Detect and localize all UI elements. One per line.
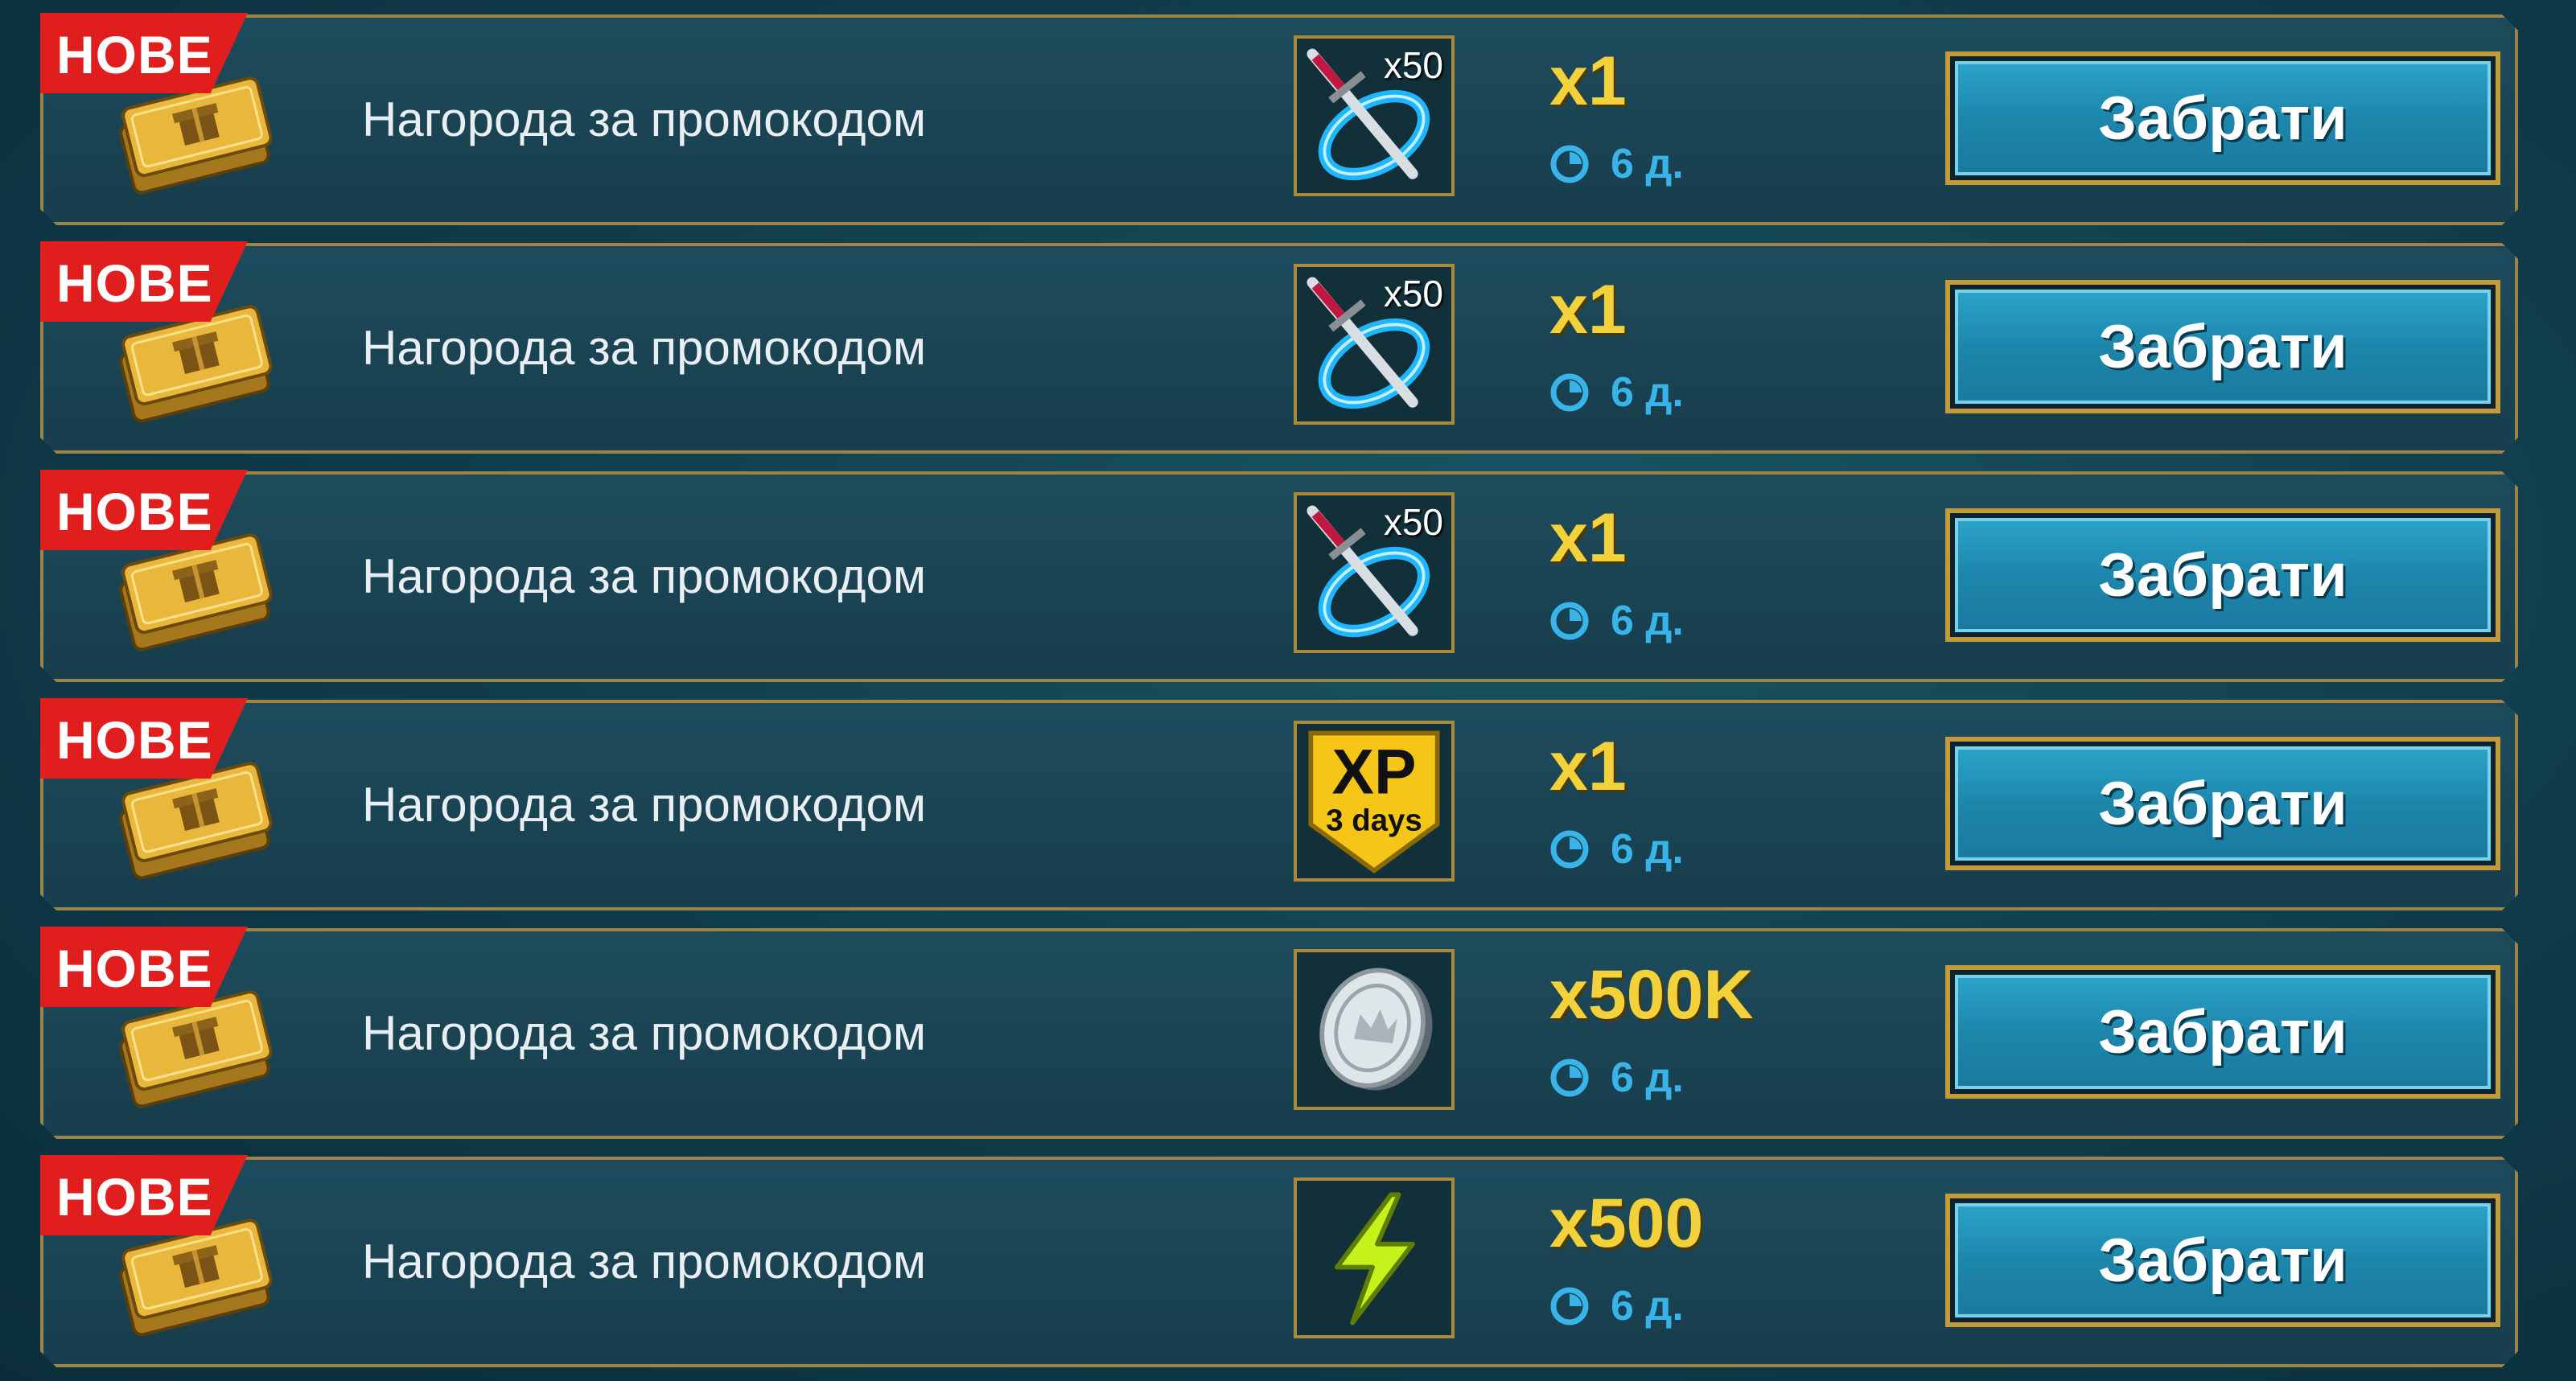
timer-text: 6 д. <box>1611 1054 1684 1101</box>
expiry-timer: 6 д. <box>1549 140 1684 188</box>
new-badge-label: НОВЕ <box>56 482 213 541</box>
expiry-timer: 6 д. <box>1549 825 1684 873</box>
claim-button-label: Забрати <box>2098 540 2348 610</box>
timer-text: 6 д. <box>1611 141 1684 187</box>
claim-button-label: Забрати <box>2098 84 2348 153</box>
xp-boost-icon: XP 3 days <box>1297 724 1451 878</box>
claim-button[interactable]: Забрати <box>1945 508 2500 642</box>
reward-row: НОВЕ Нагорода за промокодом <box>40 470 2518 682</box>
reward-source-label: Нагорода за промокодом <box>362 92 927 146</box>
expiry-timer: 6 д. <box>1549 368 1684 417</box>
claim-button-label: Забрати <box>2098 312 2348 381</box>
reward-quantity: x1 <box>1549 499 1627 577</box>
reward-list: НОВЕ Нагорода за промокодом x50 x1 6 д. … <box>0 0 2576 1381</box>
expiry-timer: 6 д. <box>1549 597 1684 645</box>
new-badge-label: НОВЕ <box>56 253 213 313</box>
timer-text: 6 д. <box>1611 826 1684 873</box>
claim-button[interactable]: Забрати <box>1945 280 2500 413</box>
reward-source-label: Нагорода за промокодом <box>362 778 927 832</box>
claim-button[interactable]: Забрати <box>1945 737 2500 870</box>
reward-quantity: x1 <box>1549 728 1627 805</box>
expiry-timer: 6 д. <box>1549 1282 1684 1330</box>
new-badge-label: НОВЕ <box>56 710 213 770</box>
item-count: x50 <box>1383 273 1443 314</box>
clock-icon <box>1550 1058 1589 1097</box>
reward-quantity: x1 <box>1549 271 1627 348</box>
reward-row: НОВЕ Нагорода за промокодом <box>40 13 2518 225</box>
expiry-timer: 6 д. <box>1549 1054 1684 1102</box>
claim-button-label: Забрати <box>2098 997 2348 1067</box>
reward-row: НОВЕ Нагорода за промокодом <box>40 927 2518 1139</box>
reward-row: НОВЕ Нагорода за промокодом XP 3 days x1… <box>40 698 2518 910</box>
claim-button[interactable]: Забрати <box>1945 51 2500 185</box>
reward-row: НОВЕ Нагорода за промокодом <box>40 241 2518 454</box>
timer-text: 6 д. <box>1611 369 1684 416</box>
claim-button-label: Забрати <box>2098 769 2348 838</box>
clock-icon <box>1550 1287 1589 1326</box>
item-count: x50 <box>1383 501 1443 543</box>
claim-button[interactable]: Забрати <box>1945 1194 2500 1327</box>
reward-source-label: Нагорода за промокодом <box>362 1006 927 1060</box>
reward-quantity: x1 <box>1549 43 1627 120</box>
clock-icon <box>1550 830 1589 869</box>
reward-quantity: x500K <box>1549 956 1754 1034</box>
clock-icon <box>1550 602 1589 640</box>
reward-source-label: Нагорода за промокодом <box>362 1235 927 1289</box>
reward-row: НОВЕ Нагорода за промокодом x500 6 д. За… <box>40 1155 2518 1367</box>
reward-source-label: Нагорода за промокодом <box>362 549 927 603</box>
claim-button[interactable]: Забрати <box>1945 965 2500 1099</box>
reward-item-slot[interactable] <box>1294 949 1455 1110</box>
clock-icon <box>1550 145 1589 183</box>
reward-source-label: Нагорода за промокодом <box>362 321 927 375</box>
reward-item-slot[interactable]: x50 <box>1294 35 1455 196</box>
reward-quantity: x500 <box>1549 1185 1704 1262</box>
silver-coin-icon <box>1297 952 1451 1107</box>
reward-item-slot[interactable]: x50 <box>1294 264 1455 425</box>
timer-text: 6 д. <box>1611 1283 1684 1330</box>
new-badge-label: НОВЕ <box>56 25 213 84</box>
xp-duration-text: 3 days <box>1326 803 1422 837</box>
energy-bolt-icon <box>1297 1181 1451 1335</box>
reward-item-slot[interactable]: XP 3 days <box>1294 721 1455 882</box>
new-badge-label: НОВЕ <box>56 1167 213 1227</box>
item-count: x50 <box>1383 44 1443 86</box>
claim-button-label: Забрати <box>2098 1226 2348 1295</box>
new-badge-label: НОВЕ <box>56 939 213 998</box>
reward-item-slot[interactable]: x50 <box>1294 492 1455 653</box>
clock-icon <box>1550 373 1589 412</box>
timer-text: 6 д. <box>1611 598 1684 644</box>
reward-item-slot[interactable] <box>1294 1178 1455 1338</box>
xp-text: XP <box>1331 736 1416 807</box>
